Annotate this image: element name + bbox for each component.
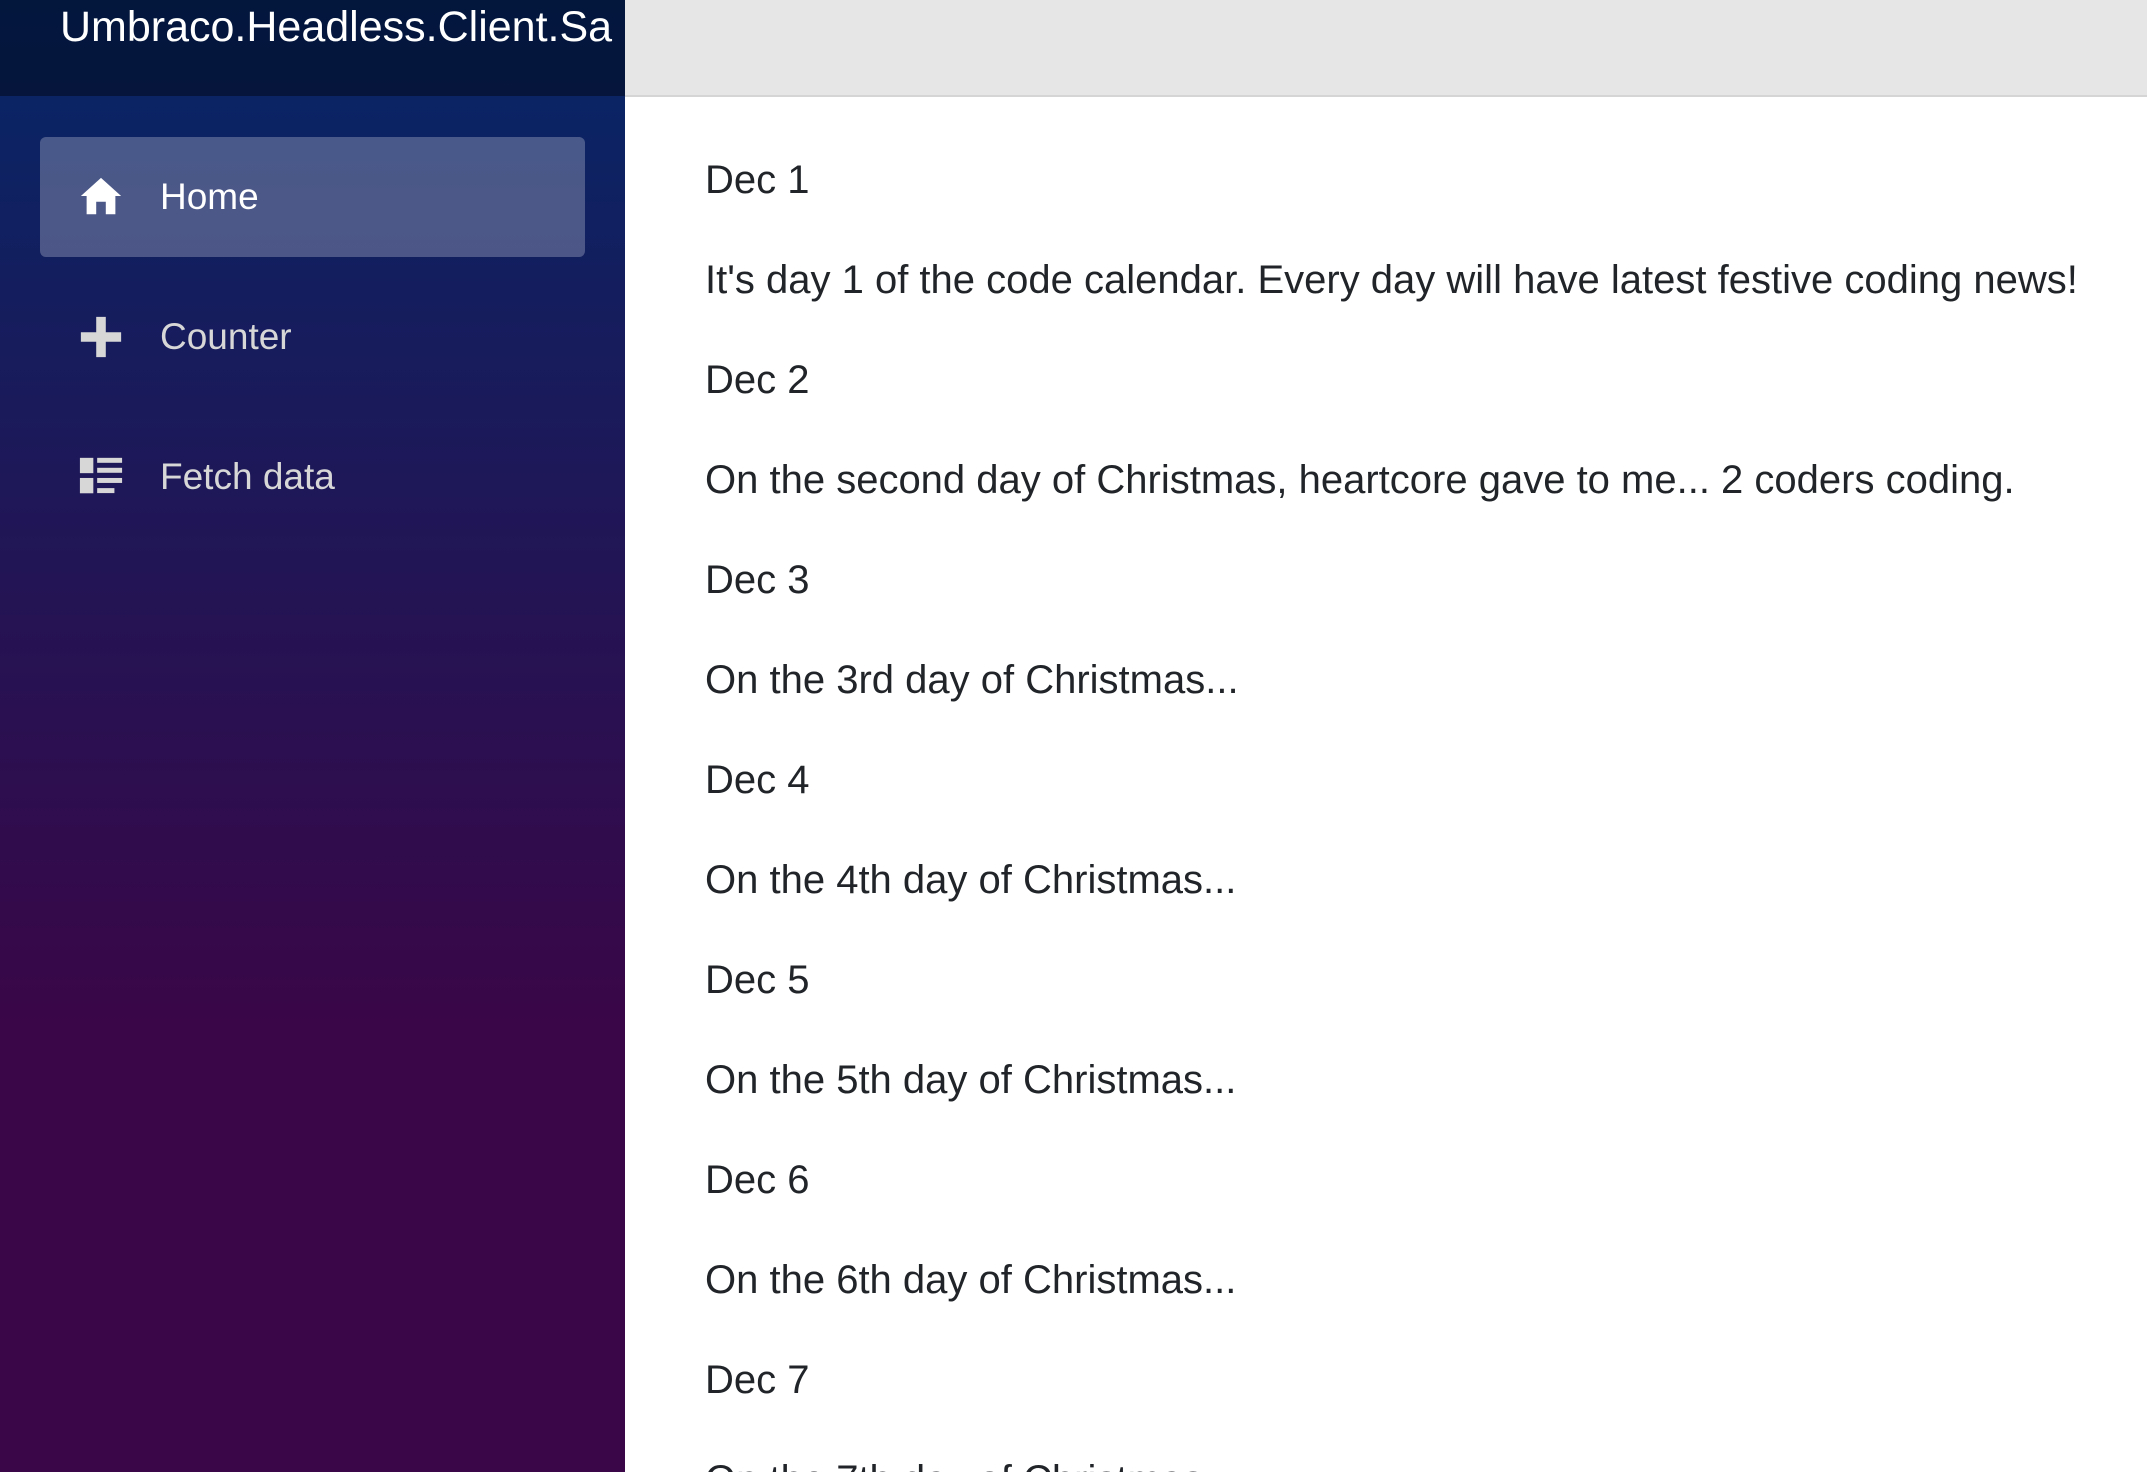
- entry-text: On the 4th day of Christmas...: [705, 857, 1237, 902]
- plus-icon: [78, 314, 124, 360]
- entry-date: Dec 5: [705, 957, 810, 1002]
- nav-item-counter[interactable]: Counter: [40, 277, 585, 397]
- entry-text: On the 6th day of Christmas...: [705, 1257, 1237, 1302]
- entry-date: Dec 7: [705, 1357, 810, 1402]
- brand-title[interactable]: Umbraco.Headless.Client.Sa: [60, 2, 612, 52]
- content: Dec 1 It's day 1 of the code calendar. E…: [705, 130, 2127, 1472]
- entry-text: It's day 1 of the code calendar. Every d…: [705, 257, 2078, 302]
- entry-text: On the 7th day of Christmas...: [705, 1430, 2127, 1472]
- nav-label-home: Home: [160, 176, 259, 217]
- entry-text: On the 5th day of Christmas...: [705, 1057, 1237, 1102]
- entry-text: On the second day of Christmas, heartcor…: [705, 457, 2015, 502]
- entry-date: Dec 4: [705, 757, 810, 802]
- sidebar: Umbraco.Headless.Client.Sa Home Counter: [0, 0, 625, 1472]
- nav-item-fetch-data[interactable]: Fetch data: [40, 417, 585, 537]
- entry-date: Dec 3: [705, 557, 810, 602]
- entry-date: Dec 1: [705, 157, 810, 202]
- list-icon: [78, 454, 124, 500]
- nav-label-fetch-data: Fetch data: [160, 456, 335, 497]
- entry-text: On the 3rd day of Christmas...: [705, 657, 1239, 702]
- nav-label-counter: Counter: [160, 316, 292, 357]
- nav-item-home[interactable]: Home: [40, 137, 585, 257]
- home-icon: [78, 174, 124, 220]
- entry-date: Dec 6: [705, 1157, 810, 1202]
- top-bar: [625, 0, 2147, 97]
- nav-menu: Home Counter Fetch data: [40, 137, 585, 557]
- entry-date: Dec 2: [705, 357, 810, 402]
- brand-bar: Umbraco.Headless.Client.Sa: [0, 0, 625, 96]
- app-root: Umbraco.Headless.Client.Sa Home Counter: [0, 0, 2147, 1472]
- main-area: Dec 1 It's day 1 of the code calendar. E…: [625, 0, 2147, 1472]
